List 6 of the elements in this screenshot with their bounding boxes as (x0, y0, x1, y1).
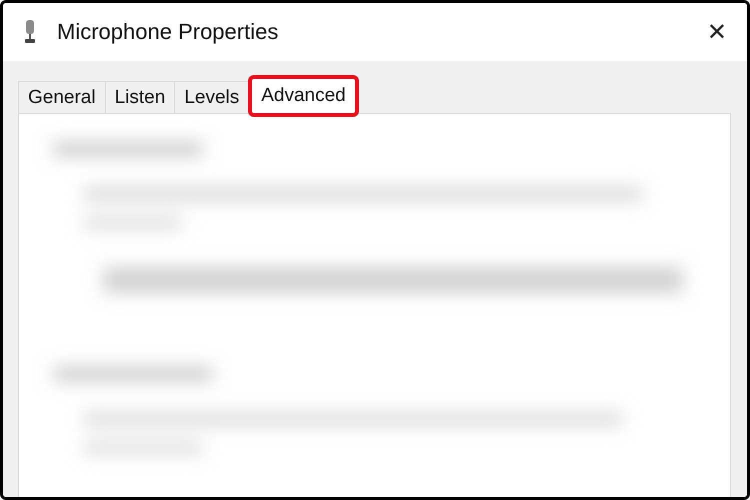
microphone-icon (23, 20, 37, 44)
window-title: Microphone Properties (57, 19, 280, 45)
tab[interactable]: General (18, 81, 106, 113)
tab[interactable]: Levels (174, 81, 250, 113)
close-button[interactable]: ✕ (698, 14, 735, 50)
tab[interactable]: Advanced (248, 75, 359, 117)
